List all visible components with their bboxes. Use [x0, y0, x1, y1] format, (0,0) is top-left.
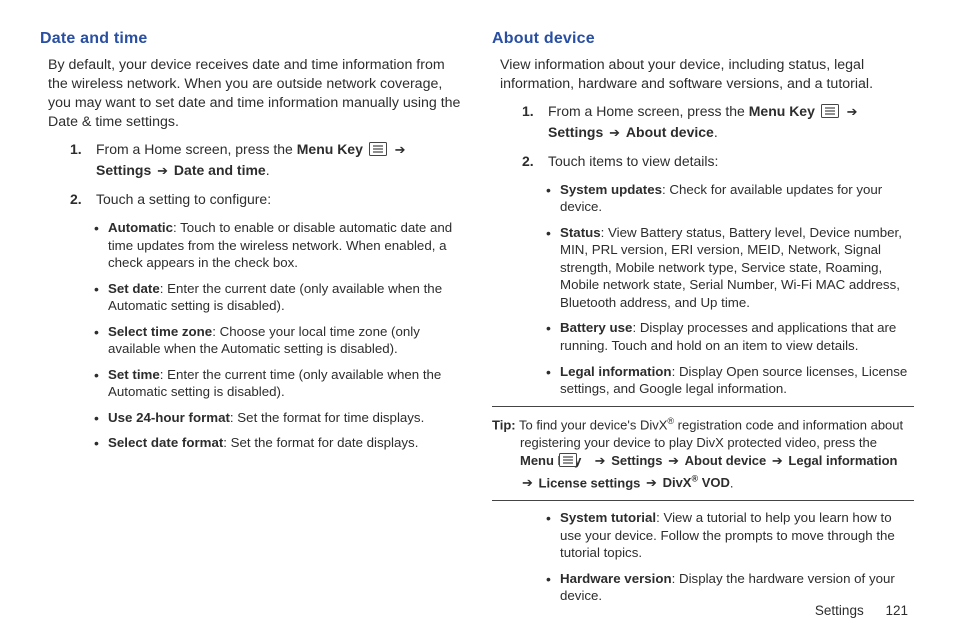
footer-page-number: 121 [885, 603, 908, 618]
right-column: About device View information about your… [492, 28, 914, 613]
step-2-right: Touch items to view details: [522, 152, 914, 171]
page-footer: Settings 121 [815, 603, 908, 618]
bullet-list-right-2: System tutorial: View a tutorial to help… [546, 509, 914, 605]
list-item: Battery use: Display processes and appli… [546, 319, 914, 354]
tip-box: Tip: To find your device's DivX® registr… [492, 415, 914, 492]
bullet-list-left: Automatic: Touch to enable or disable au… [94, 219, 462, 452]
list-item: System tutorial: View a tutorial to help… [546, 509, 914, 562]
step-1-right: From a Home screen, press the Menu Key ➔… [522, 102, 914, 142]
step-2-left: Touch a setting to configure: [70, 190, 462, 209]
list-item: Select time zone: Choose your local time… [94, 323, 462, 358]
list-item: Legal information: Display Open source l… [546, 363, 914, 398]
footer-section: Settings [815, 603, 864, 618]
list-item: System updates: Check for available upda… [546, 181, 914, 216]
bullet-list-right-1: System updates: Check for available upda… [546, 181, 914, 398]
list-item: Select date format: Set the format for d… [94, 434, 462, 452]
divider-top [492, 406, 914, 407]
list-item: Use 24-hour format: Set the format for t… [94, 409, 462, 427]
list-item: Automatic: Touch to enable or disable au… [94, 219, 462, 272]
step-1-left: From a Home screen, press the Menu Key ➔… [70, 140, 462, 180]
heading-date-time: Date and time [40, 28, 462, 50]
list-item: Hardware version: Display the hardware v… [546, 570, 914, 605]
divider-bottom [492, 500, 914, 501]
intro-date-time: By default, your device receives date an… [48, 56, 462, 133]
list-item: Set time: Enter the current time (only a… [94, 366, 462, 401]
intro-about-device: View information about your device, incl… [500, 56, 914, 94]
heading-about-device: About device [492, 28, 914, 50]
menu-key-icon [821, 104, 839, 123]
left-column: Date and time By default, your device re… [40, 28, 462, 613]
list-item: Status: View Battery status, Battery lev… [546, 224, 914, 312]
menu-key-icon [369, 142, 387, 161]
list-item: Set date: Enter the current date (only a… [94, 280, 462, 315]
